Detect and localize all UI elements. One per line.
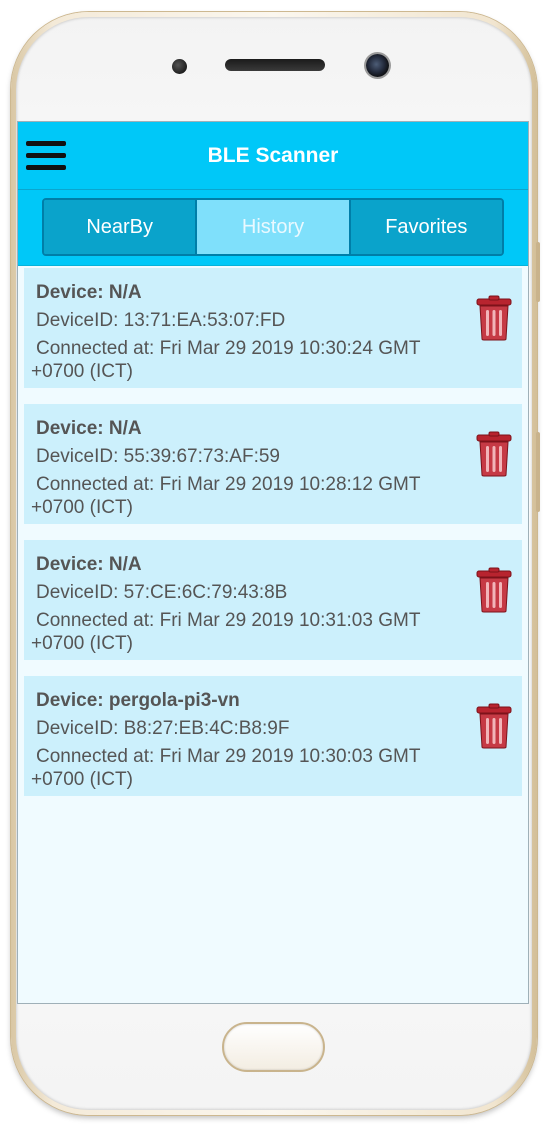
- segmented-tabs: NearBy History Favorites: [42, 198, 504, 256]
- volume-button: [536, 242, 540, 302]
- trash-icon[interactable]: [474, 567, 514, 613]
- earpiece-speaker: [225, 59, 325, 71]
- trash-icon[interactable]: [474, 703, 514, 749]
- device-name: Device: N/A: [36, 282, 142, 303]
- connected-at-timezone: +0700 (ICT): [31, 633, 133, 654]
- front-camera: [366, 54, 389, 77]
- list-item[interactable]: Device: N/A DeviceID: 57:CE:6C:79:43:8B …: [24, 540, 522, 660]
- connected-at-timezone: +0700 (ICT): [31, 769, 133, 790]
- tab-bar: NearBy History Favorites: [18, 190, 528, 266]
- trash-icon[interactable]: [474, 431, 514, 477]
- connected-at: Connected at: Fri Mar 29 2019 10:30:03 G…: [36, 746, 421, 767]
- app-title: BLE Scanner: [207, 144, 339, 167]
- home-button[interactable]: [222, 1022, 325, 1072]
- connected-at-timezone: +0700 (ICT): [31, 361, 133, 382]
- app-bar: BLE Scanner: [18, 122, 528, 190]
- device-name: Device: pergola-pi3-vn: [36, 690, 240, 711]
- connected-at: Connected at: Fri Mar 29 2019 10:30:24 G…: [36, 338, 421, 359]
- device-name: Device: N/A: [36, 418, 142, 439]
- trash-icon[interactable]: [474, 295, 514, 341]
- connected-at: Connected at: Fri Mar 29 2019 10:28:12 G…: [36, 474, 421, 495]
- list-item[interactable]: Device: pergola-pi3-vn DeviceID: B8:27:E…: [24, 676, 522, 796]
- list-item[interactable]: Device: N/A DeviceID: 55:39:67:73:AF:59 …: [24, 404, 522, 524]
- connected-at: Connected at: Fri Mar 29 2019 10:31:03 G…: [36, 610, 421, 631]
- device-name: Device: N/A: [36, 554, 142, 575]
- list-item[interactable]: Device: N/A DeviceID: 13:71:EA:53:07:FD …: [24, 268, 522, 388]
- power-button: [536, 432, 540, 512]
- tab-nearby[interactable]: NearBy: [44, 200, 196, 254]
- device-id: DeviceID: 13:71:EA:53:07:FD: [36, 310, 286, 331]
- app-screen: BLE Scanner NearBy History Favorites Dev…: [17, 121, 529, 1004]
- device-id: DeviceID: B8:27:EB:4C:B8:9F: [36, 718, 290, 739]
- tab-favorites[interactable]: Favorites: [348, 200, 502, 254]
- device-id: DeviceID: 57:CE:6C:79:43:8B: [36, 582, 288, 603]
- device-id: DeviceID: 55:39:67:73:AF:59: [36, 446, 280, 467]
- tab-history[interactable]: History: [195, 200, 349, 254]
- connected-at-timezone: +0700 (ICT): [31, 497, 133, 518]
- proximity-sensor: [172, 59, 187, 74]
